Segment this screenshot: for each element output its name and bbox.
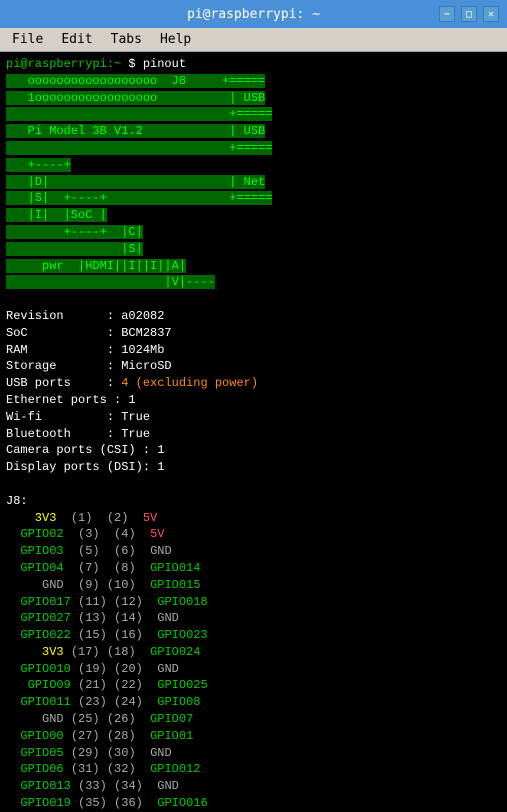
titlebar-buttons: − □ ✕ (439, 6, 499, 22)
close-button[interactable]: ✕ (483, 6, 499, 22)
titlebar: pi@raspberrypi: ~ − □ ✕ (0, 0, 507, 28)
minimize-button[interactable]: − (439, 6, 455, 22)
terminal-content: pi@raspberrypi:~ $ pinout oooooooooooooo… (6, 56, 503, 812)
menu-tabs[interactable]: Tabs (103, 30, 150, 49)
titlebar-title: pi@raspberrypi: ~ (68, 7, 439, 22)
menu-help[interactable]: Help (152, 30, 199, 49)
menubar: File Edit Tabs Help (0, 28, 507, 52)
terminal[interactable]: pi@raspberrypi:~ $ pinout oooooooooooooo… (0, 52, 507, 812)
menu-file[interactable]: File (4, 30, 51, 49)
maximize-button[interactable]: □ (461, 6, 477, 22)
menu-edit[interactable]: Edit (53, 30, 100, 49)
